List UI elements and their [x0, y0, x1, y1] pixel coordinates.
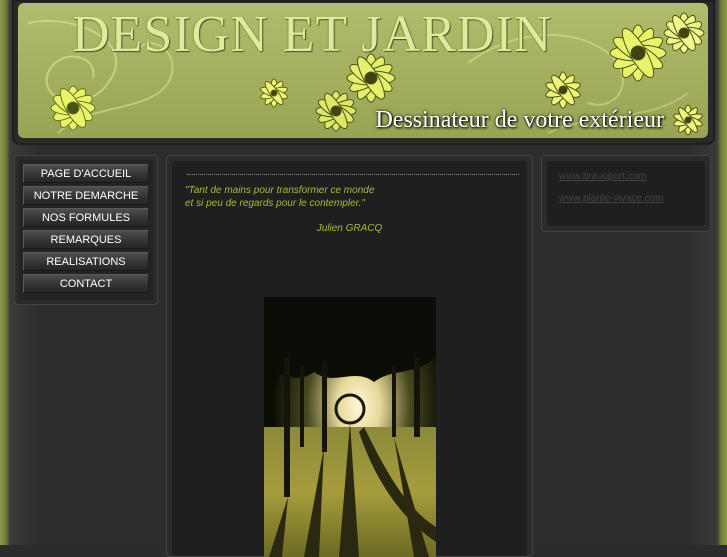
quote-line-1: "Tant de mains pour transformer ce monde	[185, 185, 375, 196]
nav-item-remarques[interactable]: REMARQUES	[23, 230, 149, 249]
flower-icon	[50, 85, 96, 131]
site-title: DESIGN ET JARDIN	[72, 6, 553, 63]
link-bravoport[interactable]: www.bravoport.com	[559, 171, 647, 182]
nav-item-contact[interactable]: CONTACT	[23, 274, 149, 293]
flower-icon	[663, 12, 705, 54]
links-area: www.bravoport.com www.plante-vivace.com	[547, 161, 705, 226]
garden-photo	[264, 297, 436, 557]
divider	[187, 174, 519, 175]
header-banner: DESIGN ET JARDIN Dessinateur de votre ex…	[18, 3, 708, 138]
flower-icon	[673, 104, 703, 136]
content-panel: "Tant de mains pour transformer ce monde…	[166, 155, 533, 557]
quote-line-2: et si peu de regards pour le contempler.…	[185, 198, 365, 209]
nav-item-demarche[interactable]: NOTRE DEMARCHE	[23, 186, 149, 205]
links-panel: www.bravoport.com www.plante-vivace.com	[541, 155, 711, 232]
quote-author: Julien GRACQ	[316, 223, 383, 234]
site-subtitle: Dessinateur de votre extérieur	[375, 107, 664, 133]
nav-item-realisations[interactable]: REALISATIONS	[23, 252, 149, 271]
quote: "Tant de mains pour transformer ce monde…	[185, 184, 515, 210]
nav-item-accueil[interactable]: PAGE D'ACCUEIL	[23, 164, 149, 183]
flower-icon	[260, 78, 288, 108]
nav-panel: PAGE D'ACCUEIL NOTRE DEMARCHE NOS FORMUL…	[14, 155, 158, 305]
content-area: "Tant de mains pour transformer ce monde…	[172, 161, 527, 557]
nav-item-formules[interactable]: NOS FORMULES	[23, 208, 149, 227]
garden-photo-image	[264, 297, 436, 557]
nav-menu: PAGE D'ACCUEIL NOTRE DEMARCHE NOS FORMUL…	[19, 160, 153, 300]
link-plante-vivace[interactable]: www.plante-vivace.com	[559, 193, 663, 204]
